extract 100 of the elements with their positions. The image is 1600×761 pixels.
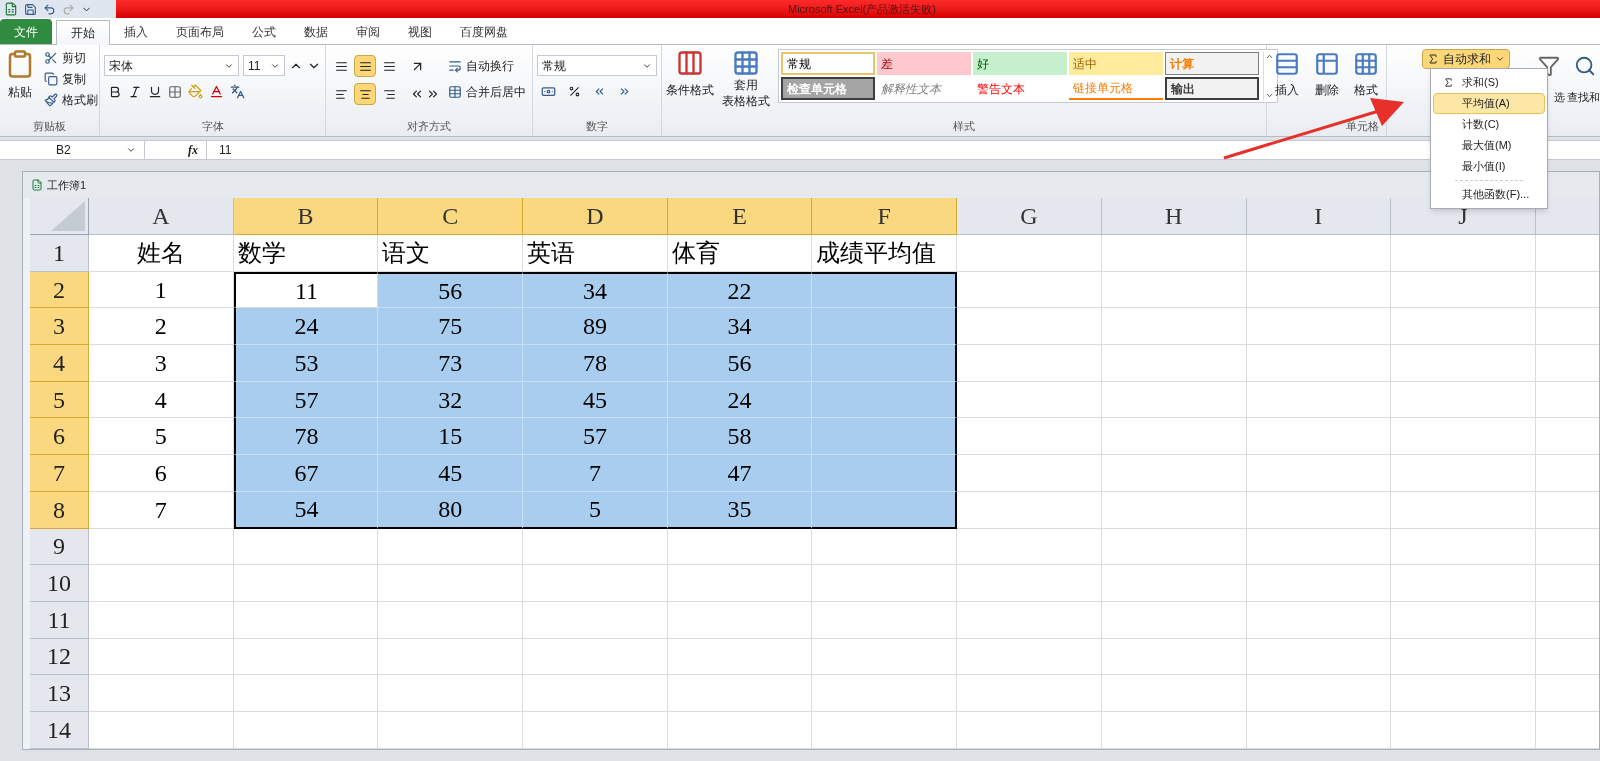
column-header[interactable]: I [1246,198,1392,235]
window-title: Microsoft Excel(产品激活失败) [788,1,936,17]
autosum-button[interactable]: 自动求和 [1422,49,1510,69]
table-cell: 58 [667,418,813,456]
row-header[interactable]: 14 [30,711,89,749]
ribbon-tab[interactable]: 开始 [56,20,110,45]
ribbon-tab[interactable]: 插入 [110,19,162,44]
cell-command-button[interactable]: 格式 [1350,51,1382,99]
row-header[interactable]: 5 [30,381,89,419]
column-header[interactable]: H [1101,198,1247,235]
cell-style[interactable]: 常规 [781,52,875,75]
table-cell: 78 [523,345,668,382]
clipboard-command[interactable]: 剪切 [44,49,98,67]
cell-style[interactable]: 好 [973,52,1067,75]
merge-center-button[interactable]: 合并后居中 [448,83,527,101]
cell-style[interactable]: 差 [877,52,971,75]
row-header[interactable]: 11 [30,601,89,639]
column-header[interactable]: E [667,198,813,235]
number-format-field[interactable]: 常规 [537,55,657,76]
column-header[interactable]: G [957,198,1102,235]
table-cell: 5 [89,418,234,456]
ribbon-tab[interactable]: 视图 [394,19,446,44]
table-cell: 1 [89,271,234,309]
name-box[interactable]: B2 [0,141,145,159]
row-header[interactable]: 4 [30,345,89,382]
ribbon-tab[interactable]: 百度网盘 [446,19,522,44]
conditional-format-button[interactable]: 条件格式 [666,49,714,109]
paste-button[interactable]: 粘贴 [4,49,36,109]
ribbon-tab[interactable]: 审阅 [342,19,394,44]
table-cell: 78 [233,418,379,456]
function-label[interactable]: fx [188,141,198,159]
table-cell: 57 [523,418,668,456]
cell-command-button[interactable]: 删除 [1310,51,1343,99]
table-cell: 体育 [667,235,813,272]
table-format-button[interactable]: 套用 表格格式 [722,49,770,109]
row-header[interactable]: 10 [30,565,89,602]
row-header[interactable]: 1 [30,235,89,272]
row-header[interactable]: 8 [30,491,89,529]
find-label[interactable]: 查找和 [1567,89,1600,106]
menu-item-label: 最大值(M) [1462,138,1512,154]
wrap-text-button[interactable]: 自动换行 [448,57,527,75]
column-header[interactable]: D [523,198,668,235]
menu-item[interactable]: 计数(C) [1433,114,1545,135]
table-cell: 35 [667,491,813,529]
formula-field[interactable]: 11 [207,141,232,159]
group-label: 数字 [586,118,608,134]
file-tab[interactable]: 文件 [0,19,52,44]
row-header[interactable]: 12 [30,638,89,676]
group-label: 剪贴板 [33,118,66,134]
table-cell: 47 [667,455,813,492]
column-header[interactable]: C [378,198,524,235]
menu-item[interactable]: 最小值(I) [1433,156,1545,177]
table-cell: 34 [667,308,813,346]
row-header[interactable]: 2 [30,271,89,309]
sort-filter-label[interactable]: 选 [1554,89,1565,106]
menu-item[interactable]: 平均值(A) [1433,93,1545,114]
row-header[interactable]: 6 [30,418,89,456]
table-cell: 80 [378,491,524,529]
table-cell: 5 [523,491,668,529]
row-header[interactable]: 9 [30,528,89,566]
menu-item[interactable]: 求和(S) [1433,72,1545,93]
font-name-field[interactable]: 宋体 [104,55,239,76]
cell-command-button[interactable]: 插入 [1271,51,1303,99]
ribbon-tab[interactable]: 公式 [238,19,290,44]
table-cell: 6 [89,455,234,492]
table-cell: 数学 [233,235,379,272]
column-header[interactable]: B [233,198,379,235]
menu-item[interactable]: 最大值(M) [1433,135,1545,156]
table-cell: 22 [667,271,813,309]
table-cell: 56 [667,345,813,382]
cell-style[interactable]: 适中 [1069,52,1163,75]
menu-item-label: 计数(C) [1462,117,1500,133]
row-header[interactable]: 3 [30,308,89,346]
column-header[interactable]: A [89,198,234,235]
table-cell: 45 [378,455,524,492]
table-cell: 24 [233,308,379,346]
table-cell: 53 [233,345,379,382]
row-header[interactable]: 13 [30,675,89,712]
ribbon-tab[interactable]: 页面布局 [162,19,238,44]
column-header[interactable]: F [812,198,958,235]
table-cell: 2 [89,308,234,346]
ribbon-tab[interactable]: 数据 [290,19,342,44]
table-cell: 成绩平均值 [812,235,958,272]
clipboard-command[interactable]: 格式刷 [44,91,98,109]
group-label: 单元格 [1345,118,1379,134]
table-cell: 姓名 [89,235,234,272]
group-label: 样式 [953,118,975,134]
table-cell: 57 [233,381,379,419]
workbook-title: 工作簿1 [47,177,87,193]
group-label: 对齐方式 [407,118,452,134]
menu-item-label: 最小值(I) [1462,159,1506,175]
clipboard-command[interactable]: 复制 [44,70,98,88]
row-header[interactable]: 7 [30,455,89,492]
font-size-field[interactable]: 11 [243,55,285,76]
table-cell: 54 [233,491,379,529]
menu-item-label: 求和(S) [1462,75,1499,91]
group-label: 字体 [201,118,224,134]
table-cell: 4 [89,381,234,419]
cell-style[interactable]: 输出 [1165,77,1259,100]
table-cell: 3 [89,345,234,382]
